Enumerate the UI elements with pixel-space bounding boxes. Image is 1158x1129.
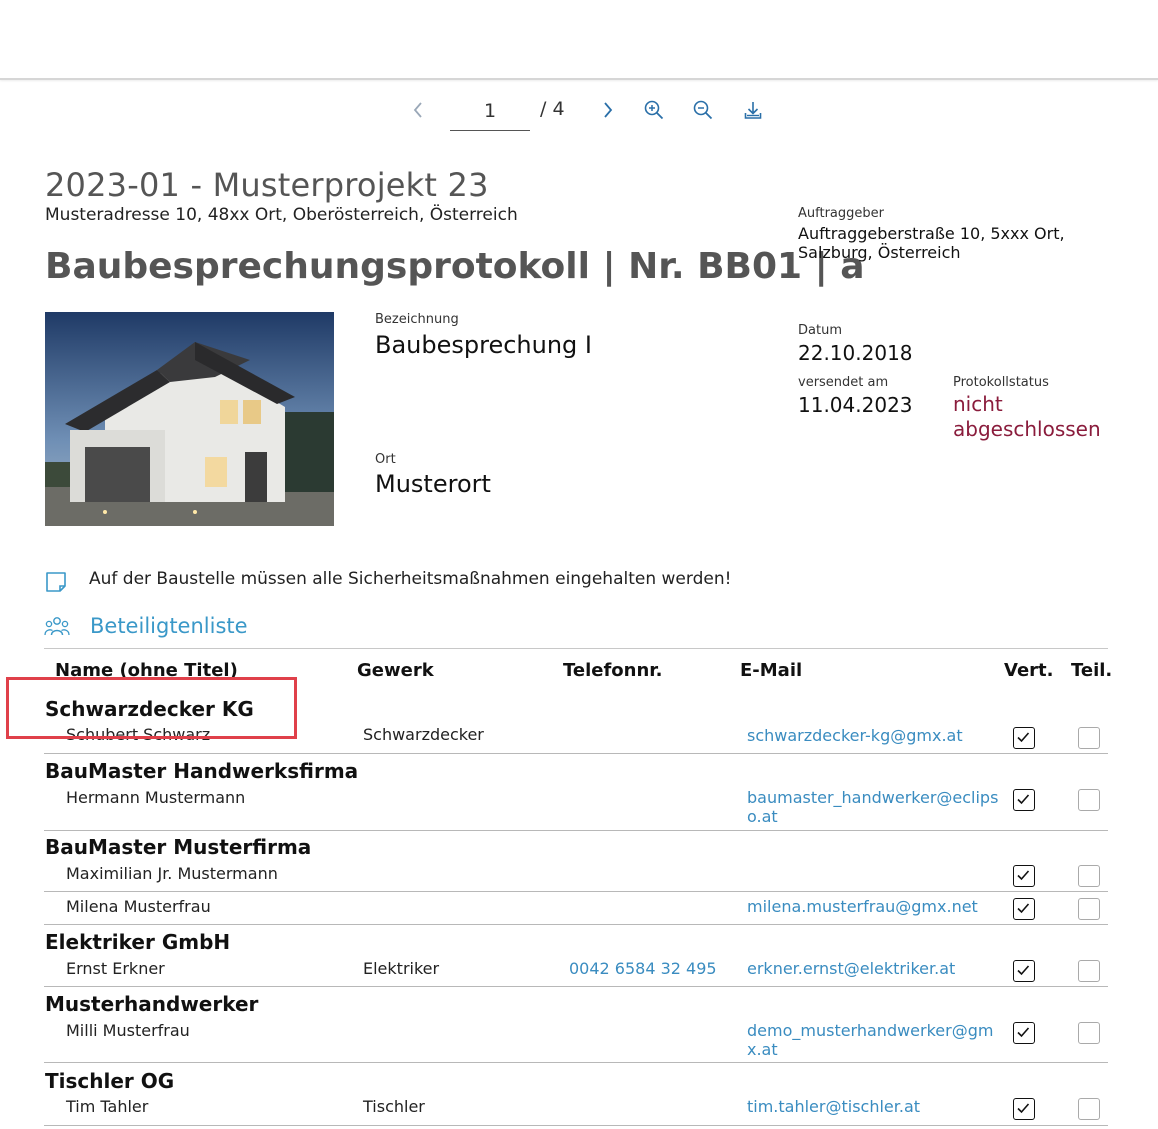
row-divider bbox=[44, 753, 1108, 754]
column-header-phone: Telefonnr. bbox=[563, 660, 663, 681]
row-divider bbox=[44, 1125, 1108, 1126]
person-name: Milena Musterfrau bbox=[66, 897, 211, 916]
person-email[interactable]: erkner.ernst@elektriker.at bbox=[747, 959, 1002, 978]
row-divider bbox=[44, 924, 1108, 925]
zoom-out-button[interactable] bbox=[689, 96, 717, 124]
table-top-divider bbox=[44, 648, 1108, 649]
person-name: Maximilian Jr. Mustermann bbox=[66, 864, 278, 883]
vert-checkbox-checked[interactable] bbox=[1013, 1098, 1035, 1120]
vert-checkbox-checked[interactable] bbox=[1013, 727, 1035, 749]
project-address: Musteradresse 10, 48xx Ort, Oberösterrei… bbox=[45, 205, 518, 225]
person-name: Hermann Mustermann bbox=[66, 788, 246, 807]
person-email[interactable]: tim.tahler@tischler.at bbox=[747, 1097, 1002, 1116]
company-name: Musterhandwerker bbox=[45, 992, 259, 1016]
teil-checkbox[interactable] bbox=[1078, 1098, 1100, 1120]
check-icon bbox=[1017, 1103, 1030, 1114]
datum-label: Datum bbox=[798, 323, 842, 338]
bezeichnung-value: Baubesprechung I bbox=[375, 331, 592, 359]
chevron-right-icon bbox=[604, 102, 613, 118]
vert-checkbox-checked[interactable] bbox=[1013, 789, 1035, 811]
row-divider bbox=[44, 986, 1108, 987]
participants-header: Beteiligtenliste bbox=[44, 613, 444, 643]
chevron-left-icon bbox=[413, 102, 422, 118]
download-button[interactable] bbox=[739, 96, 767, 124]
group-icon bbox=[44, 617, 70, 636]
versendet-value: 11.04.2023 bbox=[798, 393, 913, 417]
next-page-button[interactable] bbox=[594, 96, 622, 124]
person-gewerk: Tischler bbox=[363, 1097, 425, 1116]
project-title: 2023-01 - Musterprojekt 23 bbox=[45, 166, 489, 204]
person-name: Tim Tahler bbox=[66, 1097, 149, 1116]
teil-checkbox[interactable] bbox=[1078, 960, 1100, 982]
ort-value: Musterort bbox=[375, 470, 491, 498]
status-label: Protokollstatus bbox=[953, 375, 1049, 390]
person-name: Schubert Schwarz bbox=[66, 725, 211, 744]
person-gewerk: Schwarzdecker bbox=[363, 725, 484, 744]
download-icon bbox=[744, 102, 762, 119]
vert-checkbox-checked[interactable] bbox=[1013, 960, 1035, 982]
teil-checkbox[interactable] bbox=[1078, 727, 1100, 749]
zoom-in-button[interactable] bbox=[640, 96, 668, 124]
row-divider bbox=[44, 830, 1108, 831]
check-icon bbox=[1017, 965, 1030, 976]
person-email[interactable]: schwarzdecker-kg@gmx.at bbox=[747, 726, 1002, 745]
check-icon bbox=[1017, 794, 1030, 805]
client-address-line1: Auftraggeberstraße 10, 5xxx Ort, bbox=[798, 224, 1065, 243]
vert-checkbox-checked[interactable] bbox=[1013, 1022, 1035, 1044]
person-email[interactable]: demo_musterhandwerker@gmx.at bbox=[747, 1021, 1002, 1059]
zoom-in-icon bbox=[644, 100, 664, 120]
teil-checkbox[interactable] bbox=[1078, 1022, 1100, 1044]
prev-page-button[interactable] bbox=[404, 96, 432, 124]
note-row: Auf der Baustelle müssen alle Sicherheit… bbox=[44, 569, 1114, 594]
check-icon bbox=[1017, 732, 1030, 743]
datum-value: 22.10.2018 bbox=[798, 341, 913, 365]
check-icon bbox=[1017, 1027, 1030, 1038]
person-phone[interactable]: 0042 6584 32 495 bbox=[569, 959, 717, 978]
company-name: BauMaster Musterfirma bbox=[45, 835, 312, 859]
vert-checkbox-checked[interactable] bbox=[1013, 865, 1035, 887]
column-header-teil: Teil. bbox=[1071, 660, 1113, 681]
note-icon bbox=[46, 572, 66, 592]
person-email[interactable]: baumaster_handwerker@eclipso.at bbox=[747, 788, 1002, 826]
company-name: Schwarzdecker KG bbox=[45, 697, 254, 721]
person-email[interactable]: milena.musterfrau@gmx.net bbox=[747, 897, 1002, 916]
person-gewerk: Elektriker bbox=[363, 959, 440, 978]
project-photo bbox=[45, 312, 334, 526]
company-name: Tischler OG bbox=[45, 1069, 175, 1093]
column-header-gewerk: Gewerk bbox=[357, 660, 434, 681]
participants-title: Beteiligtenliste bbox=[90, 614, 248, 638]
company-name: Elektriker GmbH bbox=[45, 930, 231, 954]
row-divider bbox=[44, 1062, 1108, 1063]
teil-checkbox[interactable] bbox=[1078, 865, 1100, 887]
teil-checkbox[interactable] bbox=[1078, 789, 1100, 811]
column-header-vert: Vert. bbox=[1004, 660, 1054, 681]
bezeichnung-label: Bezeichnung bbox=[375, 312, 459, 327]
teil-checkbox[interactable] bbox=[1078, 898, 1100, 920]
note-text: Auf der Baustelle müssen alle Sicherheit… bbox=[89, 569, 732, 589]
page-number-input[interactable] bbox=[450, 92, 530, 131]
document-title: Baubesprechungsprotokoll | Nr. BB01 | a bbox=[45, 246, 865, 287]
client-address-line2: Salzburg, Österreich bbox=[798, 243, 961, 262]
ort-label: Ort bbox=[375, 452, 396, 467]
vert-checkbox-checked[interactable] bbox=[1013, 898, 1035, 920]
row-divider bbox=[44, 891, 1108, 892]
check-icon bbox=[1017, 903, 1030, 914]
check-icon bbox=[1017, 870, 1030, 881]
page-total: / 4 bbox=[540, 98, 565, 120]
client-label: Auftraggeber bbox=[798, 206, 884, 221]
versendet-label: versendet am bbox=[798, 375, 889, 390]
pdf-pager: / 4 bbox=[0, 92, 1158, 136]
top-toolbar bbox=[0, 0, 1158, 80]
person-name: Ernst Erkner bbox=[66, 959, 165, 978]
company-name: BauMaster Handwerksfirma bbox=[45, 759, 359, 783]
column-header-name: Name (ohne Titel) bbox=[55, 660, 238, 681]
status-value: nicht abgeschlossen bbox=[953, 392, 1101, 441]
person-name: Milli Musterfrau bbox=[66, 1021, 190, 1040]
column-header-email: E-Mail bbox=[740, 660, 803, 681]
zoom-out-icon bbox=[693, 100, 713, 120]
